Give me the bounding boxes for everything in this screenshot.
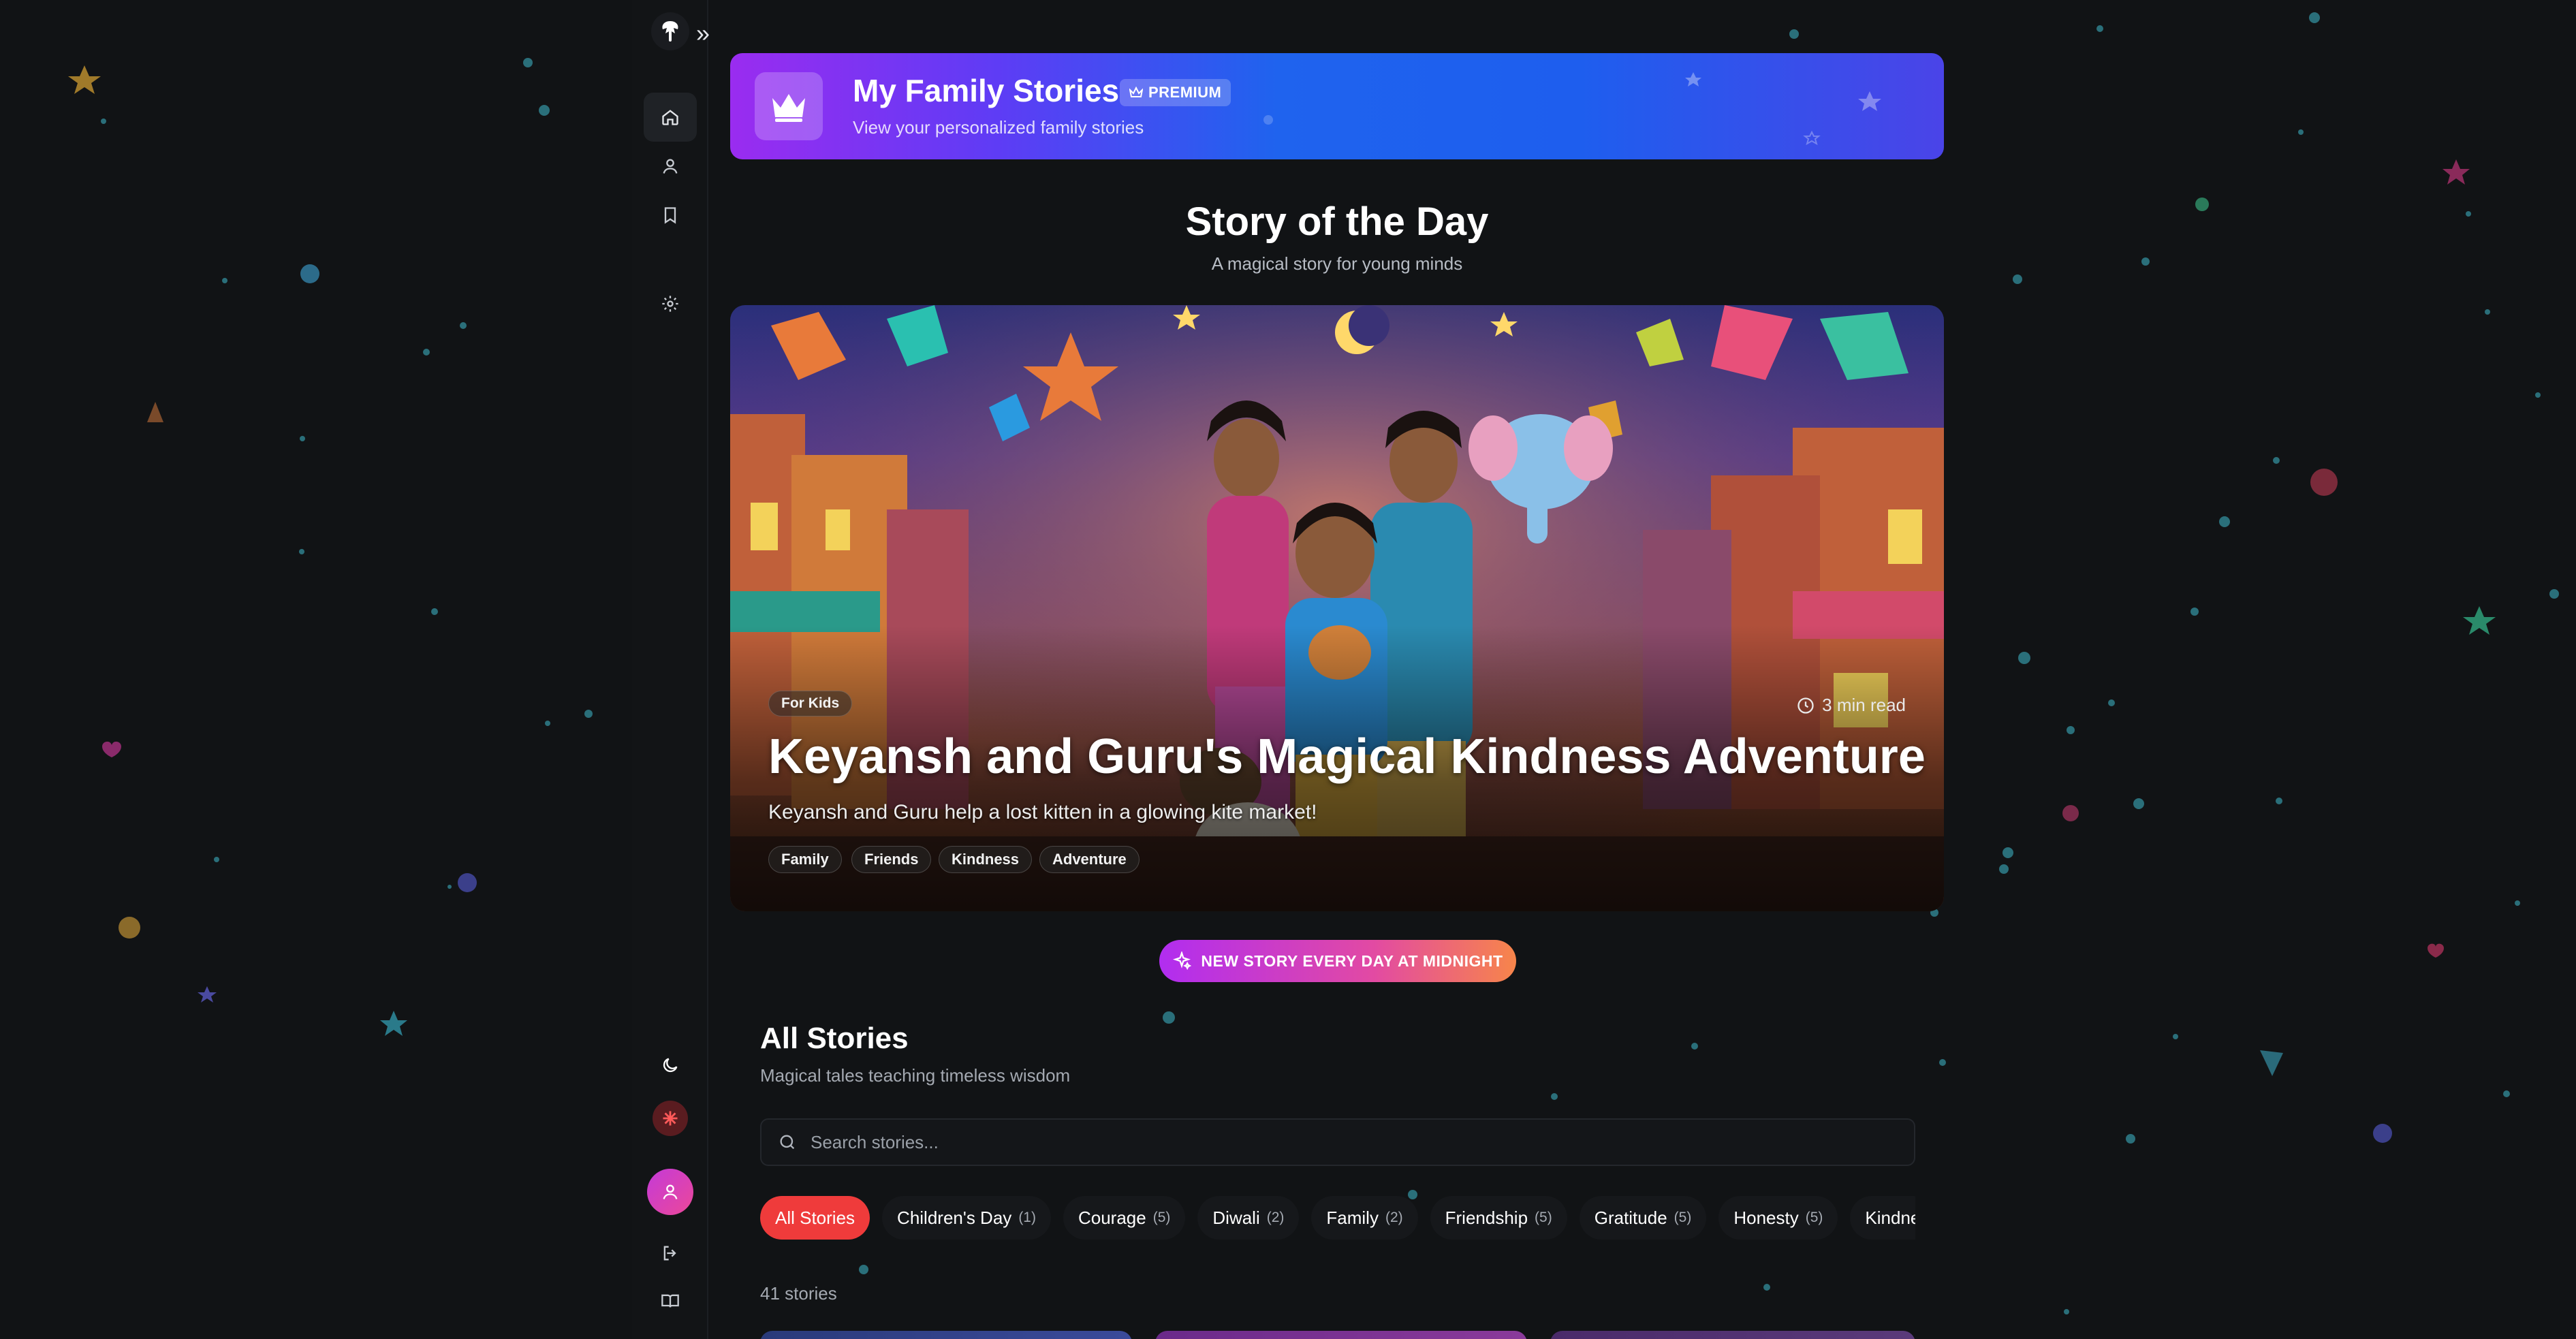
filter-count: (2) bbox=[1266, 1210, 1285, 1225]
family-stories-banner: My Family Stories PREMIUM View your pers… bbox=[730, 53, 1944, 159]
filter-courage[interactable]: Courage (5) bbox=[1063, 1196, 1186, 1240]
all-stories-subtitle: Magical tales teaching timeless wisdom bbox=[760, 1065, 1071, 1086]
all-stories-title: All Stories bbox=[760, 1022, 909, 1055]
filter-family[interactable]: Family (2) bbox=[1311, 1196, 1418, 1240]
new-story-badge: NEW STORY EVERY DAY AT MIDNIGHT bbox=[1159, 940, 1516, 982]
user-avatar-button[interactable] bbox=[644, 1167, 697, 1216]
bookmark-icon bbox=[664, 207, 676, 224]
nav-settings[interactable] bbox=[644, 279, 697, 328]
filter-kindness[interactable]: Kindne bbox=[1850, 1196, 1915, 1240]
filter-label: Gratitude bbox=[1594, 1207, 1667, 1228]
nav-profile[interactable] bbox=[644, 142, 697, 191]
story-of-day-card[interactable]: For Kids 3 min read Keyansh and Guru's M… bbox=[730, 305, 1944, 911]
filter-friendship[interactable]: Friendship (5) bbox=[1430, 1196, 1567, 1240]
story-count: 41 stories bbox=[760, 1283, 837, 1304]
filter-label: Children's Day bbox=[897, 1207, 1012, 1228]
tag-kindness[interactable]: Kindness bbox=[939, 846, 1033, 873]
story-of-day-subheading: A magical story for young minds bbox=[1211, 253, 1463, 274]
story-of-day-heading: Story of the Day bbox=[1185, 200, 1489, 244]
tag-family[interactable]: Family bbox=[768, 846, 842, 873]
home-icon bbox=[662, 110, 678, 125]
new-story-label: NEW STORY EVERY DAY AT MIDNIGHT bbox=[1201, 951, 1503, 970]
filter-all-stories[interactable]: All Stories bbox=[760, 1196, 870, 1240]
moon-icon bbox=[663, 1058, 678, 1073]
filter-honesty[interactable]: Honesty (5) bbox=[1718, 1196, 1838, 1240]
filter-gratitude[interactable]: Gratitude (5) bbox=[1579, 1196, 1707, 1240]
book-icon bbox=[661, 1294, 679, 1308]
filter-label: Family bbox=[1326, 1207, 1379, 1228]
filter-label: Friendship bbox=[1445, 1207, 1528, 1228]
tag-friends[interactable]: Friends bbox=[851, 846, 932, 873]
category-filters: All Stories Children's Day (1) Courage (5)… bbox=[760, 1196, 1915, 1241]
filter-label: Honesty bbox=[1733, 1207, 1799, 1228]
app-logo[interactable] bbox=[651, 12, 689, 50]
filter-label: All Stories bbox=[775, 1207, 855, 1228]
filter-count: (5) bbox=[1152, 1210, 1171, 1225]
filter-childrens-day[interactable]: Children's Day (1) bbox=[882, 1196, 1051, 1240]
search-icon bbox=[780, 1135, 795, 1150]
clock-icon bbox=[1797, 697, 1814, 714]
logo-icon bbox=[662, 21, 678, 42]
story-title[interactable]: Keyansh and Guru's Magical Kindness Adve… bbox=[768, 729, 1926, 785]
logout-icon bbox=[663, 1246, 676, 1261]
asterisk-icon bbox=[653, 1101, 688, 1136]
avatar bbox=[647, 1169, 693, 1215]
library-button[interactable] bbox=[644, 1276, 697, 1325]
filter-label: Diwali bbox=[1212, 1207, 1260, 1228]
category-badge: For Kids bbox=[768, 691, 853, 716]
filter-label: Kindne bbox=[1865, 1207, 1915, 1228]
nav-home[interactable] bbox=[644, 93, 697, 142]
filter-diwali[interactable]: Diwali (2) bbox=[1197, 1196, 1300, 1240]
story-description: Keyansh and Guru help a lost kitten in a… bbox=[768, 801, 1317, 823]
read-time: 3 min read bbox=[1796, 695, 1906, 716]
sidebar: » bbox=[632, 0, 710, 1339]
festival-button[interactable] bbox=[644, 1094, 697, 1143]
story-card[interactable] bbox=[1155, 1331, 1527, 1339]
filter-label: Courage bbox=[1078, 1207, 1146, 1228]
tag-adventure[interactable]: Adventure bbox=[1039, 846, 1140, 873]
filter-count: (2) bbox=[1385, 1210, 1403, 1225]
expand-sidebar-button[interactable]: » bbox=[696, 19, 710, 48]
user-icon bbox=[663, 159, 678, 174]
theme-toggle-button[interactable] bbox=[644, 1041, 697, 1090]
story-card[interactable] bbox=[1550, 1331, 1915, 1339]
story-card[interactable] bbox=[760, 1331, 1132, 1339]
filter-count: (5) bbox=[1535, 1210, 1552, 1225]
sparkle-icon bbox=[1173, 951, 1192, 971]
read-time-label: 3 min read bbox=[1822, 695, 1906, 715]
search-input[interactable] bbox=[811, 1131, 1832, 1153]
filter-count: (5) bbox=[1674, 1210, 1692, 1225]
filter-count: (1) bbox=[1018, 1210, 1036, 1225]
search-bar[interactable] bbox=[760, 1118, 1915, 1166]
gear-icon bbox=[662, 296, 678, 312]
filter-count: (5) bbox=[1805, 1210, 1823, 1225]
nav-bookmarks[interactable] bbox=[644, 191, 697, 240]
banner-sparkles bbox=[1263, 72, 1881, 146]
logout-button[interactable] bbox=[644, 1229, 697, 1278]
